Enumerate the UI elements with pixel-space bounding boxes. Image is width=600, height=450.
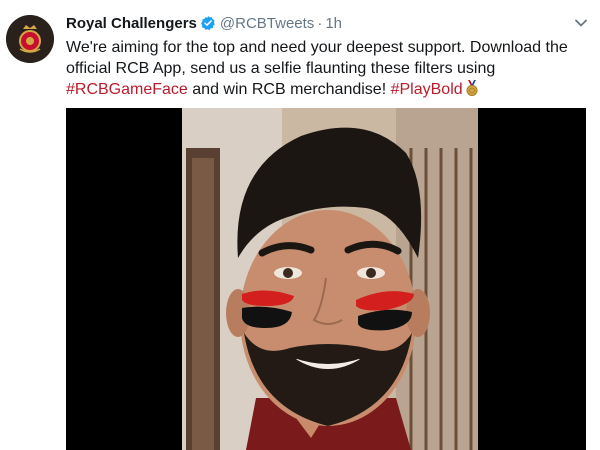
verified-badge-icon [200, 16, 215, 31]
hashtag-link[interactable]: #RCBGameFace [66, 81, 188, 98]
video-content [182, 108, 478, 450]
tweet-text: We're aiming for the top and need your d… [66, 37, 586, 100]
timestamp[interactable]: 1h [325, 15, 342, 32]
user-handle[interactable]: @RCBTweets [220, 15, 314, 32]
chevron-down-icon[interactable] [574, 16, 588, 30]
tweet-text-part: and win RCB merchandise! [187, 81, 391, 98]
tweet-text-part: We're aiming for the top and need your d… [66, 39, 568, 77]
tweet-media-video[interactable] [66, 108, 586, 450]
avatar[interactable] [6, 15, 54, 63]
display-name[interactable]: Royal Challengers [66, 15, 197, 32]
tweet-header: Royal Challengers @RCBTweets · 1h [66, 12, 342, 34]
rcb-logo-icon [6, 15, 54, 63]
medal-emoji-icon [466, 80, 478, 96]
tweet-card: Royal Challengers @RCBTweets · 1h We're … [0, 0, 600, 450]
separator-dot: · [317, 14, 323, 32]
selfie-video-frame [182, 108, 478, 450]
hashtag-link[interactable]: #PlayBold [391, 81, 463, 98]
